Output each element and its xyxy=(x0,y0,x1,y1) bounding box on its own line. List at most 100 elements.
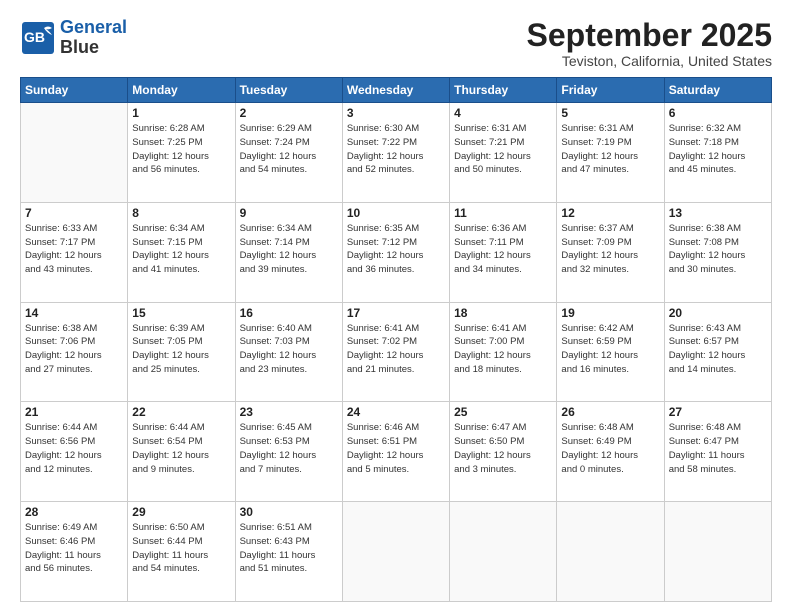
calendar-week-row-5: 28 Sunrise: 6:49 AM Sunset: 6:46 PM Dayli… xyxy=(21,502,772,602)
col-sunday: Sunday xyxy=(21,78,128,103)
table-row: 4 Sunrise: 6:31 AM Sunset: 7:21 PM Daylig… xyxy=(450,103,557,203)
calendar-week-row-2: 7 Sunrise: 6:33 AM Sunset: 7:17 PM Daylig… xyxy=(21,202,772,302)
table-row: 6 Sunrise: 6:32 AM Sunset: 7:18 PM Daylig… xyxy=(664,103,771,203)
svg-text:GB: GB xyxy=(24,29,45,45)
day-number: 18 xyxy=(454,306,552,320)
day-info: Sunrise: 6:50 AM Sunset: 6:44 PM Dayligh… xyxy=(132,521,230,576)
day-info: Sunrise: 6:31 AM Sunset: 7:19 PM Dayligh… xyxy=(561,122,659,177)
day-number: 2 xyxy=(240,106,338,120)
day-number: 23 xyxy=(240,405,338,419)
day-number: 6 xyxy=(669,106,767,120)
day-info: Sunrise: 6:34 AM Sunset: 7:15 PM Dayligh… xyxy=(132,222,230,277)
title-block: September 2025 Teviston, California, Uni… xyxy=(527,18,772,69)
col-thursday: Thursday xyxy=(450,78,557,103)
day-number: 20 xyxy=(669,306,767,320)
day-number: 21 xyxy=(25,405,123,419)
day-info: Sunrise: 6:49 AM Sunset: 6:46 PM Dayligh… xyxy=(25,521,123,576)
table-row xyxy=(450,502,557,602)
day-number: 14 xyxy=(25,306,123,320)
day-info: Sunrise: 6:51 AM Sunset: 6:43 PM Dayligh… xyxy=(240,521,338,576)
table-row: 13 Sunrise: 6:38 AM Sunset: 7:08 PM Dayli… xyxy=(664,202,771,302)
calendar-week-row-3: 14 Sunrise: 6:38 AM Sunset: 7:06 PM Dayli… xyxy=(21,302,772,402)
day-number: 28 xyxy=(25,505,123,519)
table-row: 25Sunrise: 6:47 AM Sunset: 6:50 PM Dayli… xyxy=(450,402,557,502)
table-row: 12 Sunrise: 6:37 AM Sunset: 7:09 PM Dayli… xyxy=(557,202,664,302)
table-row: 24 Sunrise: 6:46 AM Sunset: 6:51 PM Dayli… xyxy=(342,402,449,502)
day-info: Sunrise: 6:39 AM Sunset: 7:05 PM Dayligh… xyxy=(132,322,230,377)
day-number: 3 xyxy=(347,106,445,120)
day-number: 13 xyxy=(669,206,767,220)
day-number: 24 xyxy=(347,405,445,419)
col-tuesday: Tuesday xyxy=(235,78,342,103)
table-row: 19Sunrise: 6:42 AM Sunset: 6:59 PM Dayli… xyxy=(557,302,664,402)
table-row: 22 Sunrise: 6:44 AM Sunset: 6:54 PM Dayli… xyxy=(128,402,235,502)
location: Teviston, California, United States xyxy=(527,53,772,69)
day-info: Sunrise: 6:48 AM Sunset: 6:47 PM Dayligh… xyxy=(669,421,767,476)
page: GB General Blue September 2025 Teviston,… xyxy=(0,0,792,612)
table-row: 7 Sunrise: 6:33 AM Sunset: 7:17 PM Daylig… xyxy=(21,202,128,302)
day-info: Sunrise: 6:32 AM Sunset: 7:18 PM Dayligh… xyxy=(669,122,767,177)
day-info: Sunrise: 6:46 AM Sunset: 6:51 PM Dayligh… xyxy=(347,421,445,476)
table-row: 8Sunrise: 6:34 AM Sunset: 7:15 PM Daylig… xyxy=(128,202,235,302)
calendar-header-row: Sunday Monday Tuesday Wednesday Thursday… xyxy=(21,78,772,103)
day-info: Sunrise: 6:38 AM Sunset: 7:06 PM Dayligh… xyxy=(25,322,123,377)
day-number: 12 xyxy=(561,206,659,220)
table-row: 16 Sunrise: 6:40 AM Sunset: 7:03 PM Dayli… xyxy=(235,302,342,402)
table-row: 1 Sunrise: 6:28 AM Sunset: 7:25 PM Daylig… xyxy=(128,103,235,203)
col-friday: Friday xyxy=(557,78,664,103)
table-row: 26Sunrise: 6:48 AM Sunset: 6:49 PM Dayli… xyxy=(557,402,664,502)
day-number: 27 xyxy=(669,405,767,419)
day-info: Sunrise: 6:34 AM Sunset: 7:14 PM Dayligh… xyxy=(240,222,338,277)
calendar-week-row-4: 21Sunrise: 6:44 AM Sunset: 6:56 PM Dayli… xyxy=(21,402,772,502)
table-row: 2 Sunrise: 6:29 AM Sunset: 7:24 PM Daylig… xyxy=(235,103,342,203)
day-number: 1 xyxy=(132,106,230,120)
table-row: 30Sunrise: 6:51 AM Sunset: 6:43 PM Dayli… xyxy=(235,502,342,602)
table-row: 18Sunrise: 6:41 AM Sunset: 7:00 PM Dayli… xyxy=(450,302,557,402)
day-info: Sunrise: 6:44 AM Sunset: 6:54 PM Dayligh… xyxy=(132,421,230,476)
day-number: 4 xyxy=(454,106,552,120)
day-number: 5 xyxy=(561,106,659,120)
day-info: Sunrise: 6:33 AM Sunset: 7:17 PM Dayligh… xyxy=(25,222,123,277)
col-wednesday: Wednesday xyxy=(342,78,449,103)
table-row xyxy=(21,103,128,203)
day-info: Sunrise: 6:29 AM Sunset: 7:24 PM Dayligh… xyxy=(240,122,338,177)
day-number: 11 xyxy=(454,206,552,220)
day-info: Sunrise: 6:28 AM Sunset: 7:25 PM Dayligh… xyxy=(132,122,230,177)
table-row: 11Sunrise: 6:36 AM Sunset: 7:11 PM Dayli… xyxy=(450,202,557,302)
table-row: 23Sunrise: 6:45 AM Sunset: 6:53 PM Dayli… xyxy=(235,402,342,502)
table-row: 27 Sunrise: 6:48 AM Sunset: 6:47 PM Dayli… xyxy=(664,402,771,502)
table-row: 15 Sunrise: 6:39 AM Sunset: 7:05 PM Dayli… xyxy=(128,302,235,402)
table-row xyxy=(557,502,664,602)
calendar-table: Sunday Monday Tuesday Wednesday Thursday… xyxy=(20,77,772,602)
day-number: 22 xyxy=(132,405,230,419)
day-number: 17 xyxy=(347,306,445,320)
col-saturday: Saturday xyxy=(664,78,771,103)
day-number: 19 xyxy=(561,306,659,320)
day-number: 15 xyxy=(132,306,230,320)
day-number: 29 xyxy=(132,505,230,519)
day-info: Sunrise: 6:31 AM Sunset: 7:21 PM Dayligh… xyxy=(454,122,552,177)
day-info: Sunrise: 6:38 AM Sunset: 7:08 PM Dayligh… xyxy=(669,222,767,277)
table-row: 10Sunrise: 6:35 AM Sunset: 7:12 PM Dayli… xyxy=(342,202,449,302)
col-monday: Monday xyxy=(128,78,235,103)
table-row xyxy=(664,502,771,602)
table-row xyxy=(342,502,449,602)
day-info: Sunrise: 6:30 AM Sunset: 7:22 PM Dayligh… xyxy=(347,122,445,177)
day-number: 7 xyxy=(25,206,123,220)
table-row: 29 Sunrise: 6:50 AM Sunset: 6:44 PM Dayli… xyxy=(128,502,235,602)
logo: GB General Blue xyxy=(20,18,127,58)
day-info: Sunrise: 6:40 AM Sunset: 7:03 PM Dayligh… xyxy=(240,322,338,377)
day-info: Sunrise: 6:37 AM Sunset: 7:09 PM Dayligh… xyxy=(561,222,659,277)
day-number: 9 xyxy=(240,206,338,220)
table-row: 5 Sunrise: 6:31 AM Sunset: 7:19 PM Daylig… xyxy=(557,103,664,203)
day-info: Sunrise: 6:47 AM Sunset: 6:50 PM Dayligh… xyxy=(454,421,552,476)
table-row: 17Sunrise: 6:41 AM Sunset: 7:02 PM Dayli… xyxy=(342,302,449,402)
day-number: 16 xyxy=(240,306,338,320)
table-row: 9 Sunrise: 6:34 AM Sunset: 7:14 PM Daylig… xyxy=(235,202,342,302)
calendar-week-row-1: 1 Sunrise: 6:28 AM Sunset: 7:25 PM Daylig… xyxy=(21,103,772,203)
day-number: 26 xyxy=(561,405,659,419)
table-row: 14 Sunrise: 6:38 AM Sunset: 7:06 PM Dayli… xyxy=(21,302,128,402)
day-info: Sunrise: 6:35 AM Sunset: 7:12 PM Dayligh… xyxy=(347,222,445,277)
table-row: 21Sunrise: 6:44 AM Sunset: 6:56 PM Dayli… xyxy=(21,402,128,502)
table-row: 3 Sunrise: 6:30 AM Sunset: 7:22 PM Daylig… xyxy=(342,103,449,203)
